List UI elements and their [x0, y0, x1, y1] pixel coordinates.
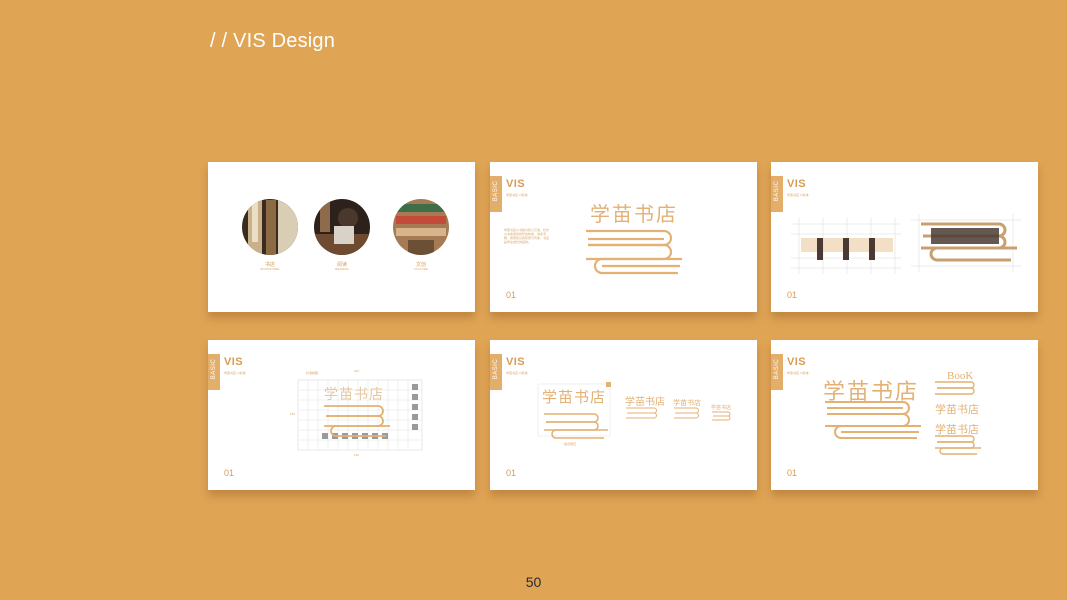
photo-sublabel: BOOKSTORE	[260, 267, 280, 271]
culture-photo	[393, 199, 449, 255]
slide-thumbnail-grid[interactable]: BASIC VIS 学苗书店 VI系统 标准制图 学苗书店 220 150 16…	[208, 340, 475, 490]
photo-circles	[242, 199, 449, 255]
lockup-logos	[825, 381, 981, 455]
logo-wordmark-small: 学苗书店	[625, 397, 665, 408]
photo-sublabel: READING	[335, 267, 349, 271]
book-stack-logo	[586, 229, 682, 275]
logo-wordmark-small: 学苗书店	[711, 405, 732, 411]
slide-thumbnail-logo[interactable]: BASIC VIS 学苗书店 VI系统 学苗书店以书籍为核心元素，标志以书本层叠…	[490, 162, 757, 312]
slide-thumbnail-photos[interactable]: 书店 BOOKSTORE 阅读 READING 文创 CULTURE	[208, 162, 475, 312]
slide-thumbnail-combinations[interactable]: BASIC VIS 学苗书店 VI系统 学苗书店 学苗书店 学苗书店 学苗书店 …	[490, 340, 757, 490]
logo-wordmark: 学苗书店	[590, 204, 678, 226]
logo-wordmark-small: 学苗书店	[673, 400, 701, 407]
slide-number: 01	[224, 468, 235, 478]
construction-grid	[791, 214, 1021, 274]
slide-number: 01	[787, 290, 798, 300]
reading-photo	[314, 199, 370, 255]
slide-number: 01	[506, 290, 517, 300]
logo-grid-drawing	[297, 379, 423, 451]
page-number: 50	[525, 574, 542, 590]
dimension-top: 220	[354, 369, 360, 373]
dimension-bottom: 160	[354, 453, 360, 457]
slide-number: 01	[506, 468, 517, 478]
page-title: / / VIS Design	[210, 30, 336, 52]
logo-variants	[537, 382, 731, 439]
photo-sublabel: CULTURE	[414, 267, 428, 271]
basic-tab: BASIC	[490, 176, 502, 212]
bookstore-photo	[242, 199, 298, 255]
dimension-left: 150	[290, 412, 296, 416]
logo-wordmark: 学苗书店	[324, 386, 384, 402]
slide-thumbnail-construction[interactable]: BASIC VIS 学苗书店 VI系统 01	[771, 162, 1038, 312]
vis-sublabel: 学苗书店 VI系统	[506, 193, 528, 197]
logo-wordmark: 学苗书店	[542, 389, 607, 406]
slide-number: 01	[787, 468, 798, 478]
vis-label: VIS	[506, 178, 525, 190]
variant-caption: 组合规范	[564, 442, 577, 446]
slide-thumbnail-lockups[interactable]: BASIC VIS 学苗书店 VI系统 学苗书店 BooK 学苗书店 学苗书店 …	[771, 340, 1038, 490]
slide-body-text: 学苗书店以书籍为核心元素，标志以书本层叠的形态构成，线条流畅，寓意知识的积累与传…	[504, 228, 550, 244]
